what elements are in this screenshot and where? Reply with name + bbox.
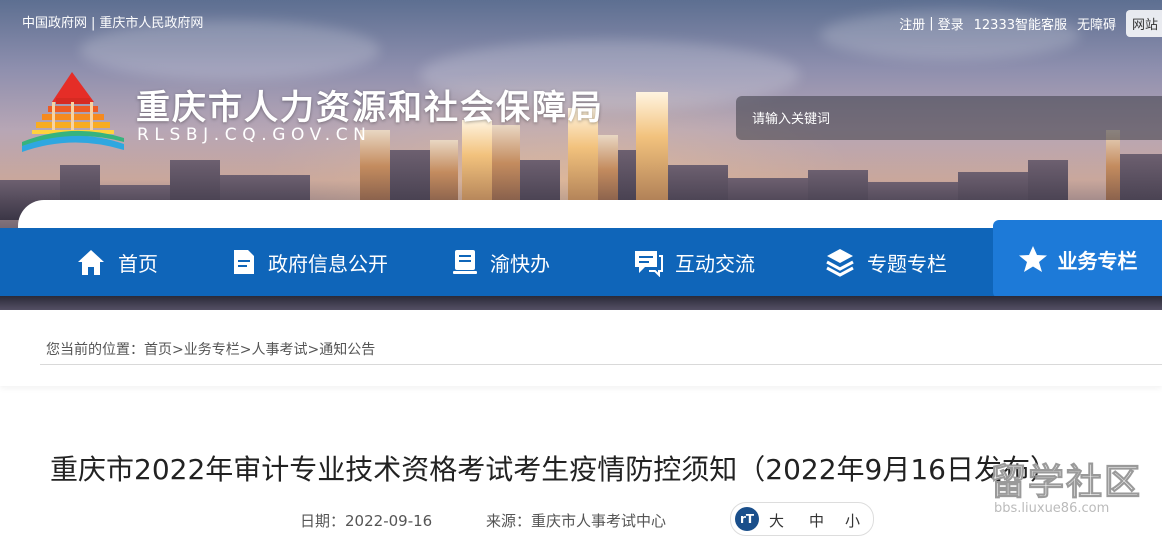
- accessibility-link[interactable]: 无障碍: [1077, 14, 1116, 33]
- logo-emblem-icon: [22, 72, 124, 152]
- date-label: 日期：: [300, 512, 346, 530]
- breadcrumb-sep: >: [307, 342, 320, 358]
- article-title: 重庆市2022年审计专业技术资格考试考生疫情防控须知（2022年9月16日发布）: [50, 453, 1058, 486]
- source-value: 重庆市人事考试中心: [531, 512, 667, 530]
- link-cq-gov[interactable]: 重庆市人民政府网: [99, 16, 203, 31]
- source-label: 来源：: [486, 512, 532, 530]
- banner-bottom: [0, 296, 1162, 310]
- breadcrumb-sep: >: [239, 342, 252, 358]
- link-gov-cn[interactable]: 中国政府网: [22, 16, 87, 31]
- breadcrumb: 您当前的位置：首页>业务专栏>人事考试>通知公告: [46, 339, 375, 359]
- register-link[interactable]: 注册: [899, 14, 925, 33]
- separator: |: [91, 16, 96, 31]
- nav-item-home[interactable]: 首页: [76, 228, 158, 296]
- top-bar: 中国政府网 | 重庆市人民政府网 注册 | 登录 12333智能客服 无障碍 网站: [0, 0, 1162, 40]
- watermark: 留学社区 bbs.liuxue86.com: [989, 453, 1143, 517]
- nav-item-yukuaiban[interactable]: 渝快办: [452, 228, 550, 296]
- separator: |: [929, 16, 934, 31]
- date-value: 2022-09-16: [345, 512, 433, 530]
- site-domain: RLSBJ.CQ.GOV.CN: [137, 125, 372, 145]
- top-links-left: 中国政府网 | 重庆市人民政府网: [22, 12, 203, 31]
- smart-service-link[interactable]: 12333智能客服: [974, 14, 1067, 33]
- breadcrumb-prefix: 您当前的位置：: [46, 342, 144, 358]
- watermark-text: 留学社区: [989, 462, 1143, 504]
- chat-icon: [635, 251, 663, 277]
- nav-label: 业务专栏: [1057, 248, 1138, 273]
- breadcrumb-business[interactable]: 业务专栏: [184, 342, 240, 358]
- login-link[interactable]: 登录: [938, 14, 964, 33]
- site-nav-button[interactable]: 网站: [1126, 10, 1162, 37]
- star-icon: [1018, 246, 1047, 272]
- breadcrumb-personnel-exam[interactable]: 人事考试: [251, 342, 307, 358]
- breadcrumb-sep: >: [172, 342, 184, 358]
- main-nav: 首页 政府信息公开 渝快办 互动交流 专题专栏: [0, 228, 1162, 296]
- nav-item-gov-info[interactable]: 政府信息公开: [232, 228, 388, 296]
- top-links-right: 注册 | 登录 12333智能客服 无障碍 网站: [889, 10, 1162, 37]
- font-size-control: rT 大 中 小: [730, 502, 874, 536]
- nav-label: 渝快办: [490, 251, 550, 276]
- nav-item-topics[interactable]: 专题专栏: [825, 228, 947, 296]
- nav-label: 互动交流: [675, 251, 755, 276]
- divider: [40, 364, 1162, 365]
- search-input[interactable]: [750, 106, 1134, 132]
- nav-label: 首页: [118, 251, 158, 276]
- nav-item-interaction[interactable]: 互动交流: [633, 228, 755, 296]
- logo[interactable]: [22, 72, 124, 154]
- site-title: 重庆市人力资源和社会保障局: [136, 88, 604, 128]
- breadcrumb-notices[interactable]: 通知公告: [319, 342, 375, 358]
- document-icon: [234, 250, 254, 274]
- clipboard-icon: [453, 250, 477, 274]
- search-box: [736, 96, 1162, 140]
- font-size-icon: rT: [735, 507, 759, 531]
- layers-icon: [826, 249, 854, 277]
- nav-item-business[interactable]: 业务专栏: [993, 220, 1162, 298]
- nav-label: 政府信息公开: [268, 251, 388, 276]
- breadcrumb-home[interactable]: 首页: [144, 342, 172, 358]
- nav-label: 专题专栏: [867, 251, 947, 276]
- home-icon: [78, 250, 104, 275]
